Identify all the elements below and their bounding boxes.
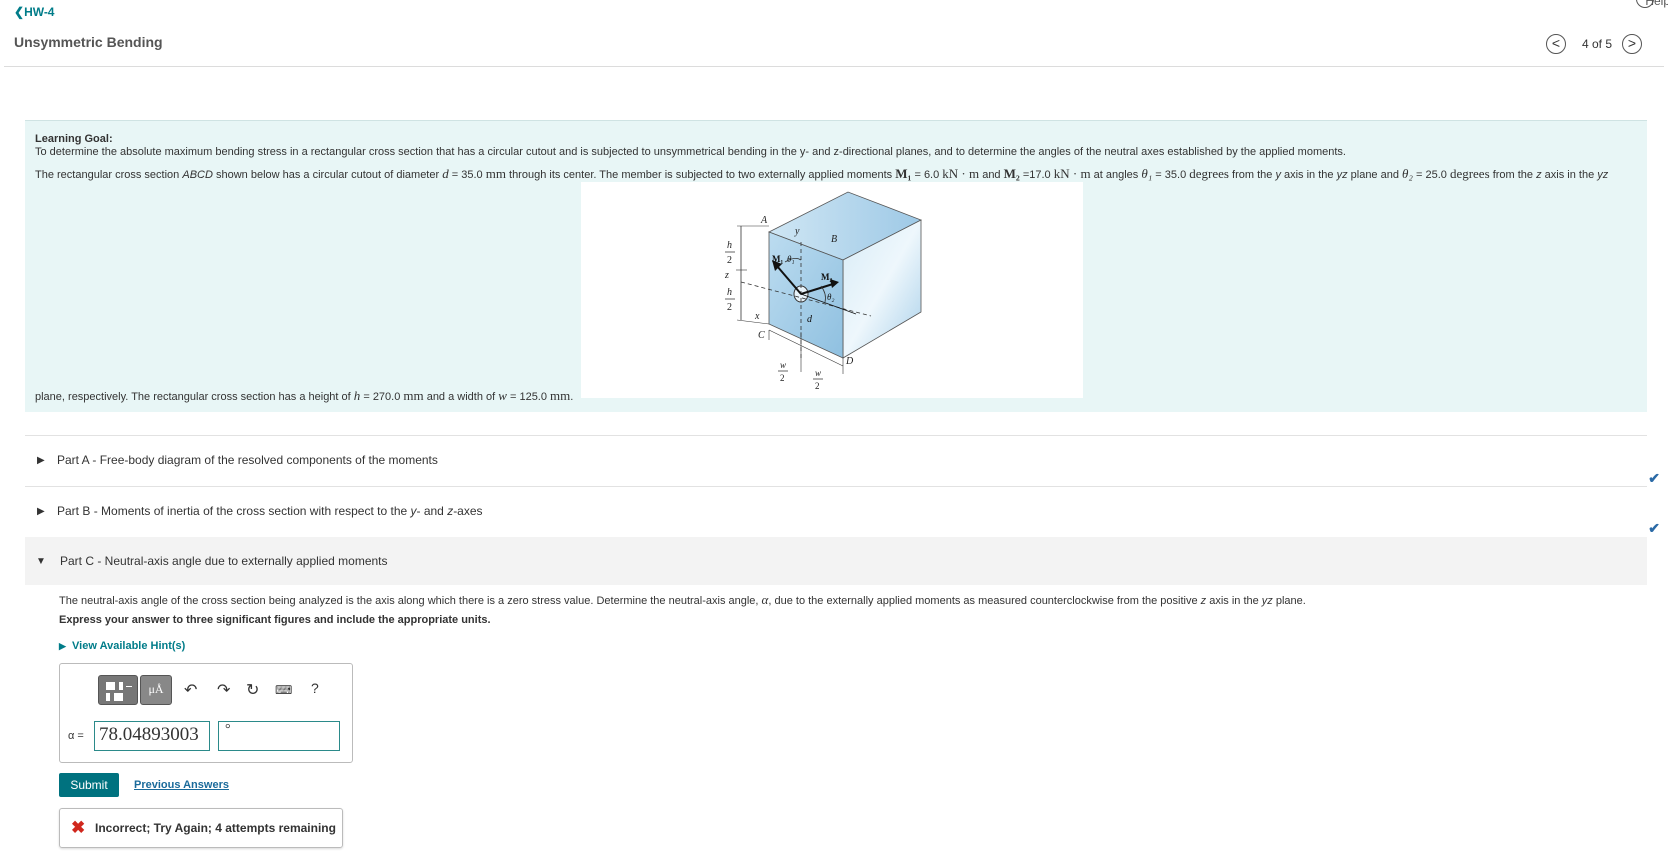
cross-section-diagram: A B C D y z x h 2 h 2 w 2 w 2 M₁ θ₁ M₂ θ… xyxy=(724,191,922,391)
vertex-label-a: A xyxy=(760,215,768,226)
item-position-indicator: 4 of 5 xyxy=(1582,37,1613,51)
part-b-header[interactable]: ▶ Part B - Moments of inertia of the cro… xyxy=(25,487,1647,535)
learning-goal-text: To determine the absolute maximum bendin… xyxy=(35,146,1346,158)
back-link-label: HW-4 xyxy=(24,5,55,19)
dim-h-lower-num: h xyxy=(727,287,732,298)
answer-value-input[interactable]: 78.04893003 xyxy=(94,721,210,751)
dim-h-lower-den: 2 xyxy=(727,302,732,313)
moment-label-m2: M₂ xyxy=(821,272,832,282)
learning-goal-title: Learning Goal: xyxy=(35,133,113,145)
axis-label-y: y xyxy=(794,226,800,237)
vertex-label-b: B xyxy=(831,234,837,245)
units-button[interactable]: μÅ xyxy=(140,675,172,705)
part-c-label: Part C - Neutral-axis angle due to exter… xyxy=(60,554,388,568)
dim-w-right-num: w xyxy=(815,368,821,378)
dim-h-upper-num: h xyxy=(727,240,732,251)
view-hints-link[interactable]: ▶ View Available Hint(s) xyxy=(59,640,185,652)
caret-right-icon: ▶ xyxy=(59,641,66,651)
redo-icon[interactable]: ↷ xyxy=(217,680,230,700)
undo-icon[interactable]: ↶ xyxy=(184,680,197,700)
checkmark-icon: ✔ xyxy=(1648,470,1660,486)
feedback-message: ✖ Incorrect; Try Again; 4 attempts remai… xyxy=(59,808,343,848)
problem-statement-line-2: plane, respectively. The rectangular cro… xyxy=(35,388,574,403)
chevron-left-icon: < xyxy=(1551,35,1561,51)
chevron-left-icon: ❮ xyxy=(14,5,25,19)
problem-statement-line-1: The rectangular cross section ABCD shown… xyxy=(35,166,1609,181)
back-to-assignment-link[interactable]: ❮HW-4 xyxy=(14,5,54,19)
part-b-label: Part B - Moments of inertia of the cross… xyxy=(57,504,483,518)
part-c-question: The neutral-axis angle of the cross sect… xyxy=(59,592,1306,607)
next-item-button[interactable]: > xyxy=(1622,34,1642,54)
dim-h-upper-den: 2 xyxy=(727,255,732,266)
caret-right-icon: ▶ xyxy=(37,455,45,466)
feedback-text: Incorrect; Try Again; 4 attempts remaini… xyxy=(95,821,336,835)
help-label[interactable]: Help xyxy=(1645,0,1668,8)
part-a-label: Part A - Free-body diagram of the resolv… xyxy=(57,453,438,467)
caret-down-icon: ▼ xyxy=(36,556,46,567)
reset-icon[interactable]: ↻ xyxy=(246,680,259,700)
dim-w-right-den: 2 xyxy=(815,381,820,391)
answer-instruction: Express your answer to three significant… xyxy=(59,614,491,626)
part-c-header[interactable]: ▼ Part C - Neutral-axis angle due to ext… xyxy=(25,537,1647,585)
moment-label-m1: M₁ xyxy=(772,254,783,264)
dim-w-left-den: 2 xyxy=(780,373,785,383)
previous-item-button[interactable]: < xyxy=(1546,34,1566,54)
cross-section-figure: A B C D y z x h 2 h 2 w 2 w 2 M₁ θ₁ M₂ θ… xyxy=(581,182,1083,398)
angle-label-theta1: θ₁ xyxy=(787,254,795,264)
axis-label-x: x xyxy=(754,311,760,322)
help-question-icon[interactable]: ? xyxy=(311,680,319,696)
axis-label-z: z xyxy=(724,270,729,281)
dim-w-left-num: w xyxy=(780,360,786,370)
templates-button[interactable] xyxy=(98,675,138,705)
angle-label-theta2: θ₂ xyxy=(827,292,835,302)
answer-unit-input[interactable]: ° xyxy=(218,721,340,751)
part-a-header[interactable]: ▶ Part A - Free-body diagram of the reso… xyxy=(25,436,1647,484)
keyboard-icon[interactable]: ⌨ xyxy=(275,683,292,697)
caret-right-icon: ▶ xyxy=(37,506,45,517)
answer-label: α = xyxy=(68,730,84,742)
previous-answers-link[interactable]: Previous Answers xyxy=(134,779,229,791)
chevron-right-icon: > xyxy=(1627,35,1637,51)
page-title: Unsymmetric Bending xyxy=(14,34,163,50)
vertex-label-c: C xyxy=(758,330,765,341)
submit-button[interactable]: Submit xyxy=(59,773,119,797)
answer-editor: μÅ ↶ ↷ ↻ ⌨ ? α = 78.04893003 ° xyxy=(59,663,353,763)
error-x-icon: ✖ xyxy=(71,818,86,837)
header-divider xyxy=(4,66,1664,67)
checkmark-icon: ✔ xyxy=(1648,520,1660,536)
vertex-label-d: D xyxy=(845,356,854,367)
